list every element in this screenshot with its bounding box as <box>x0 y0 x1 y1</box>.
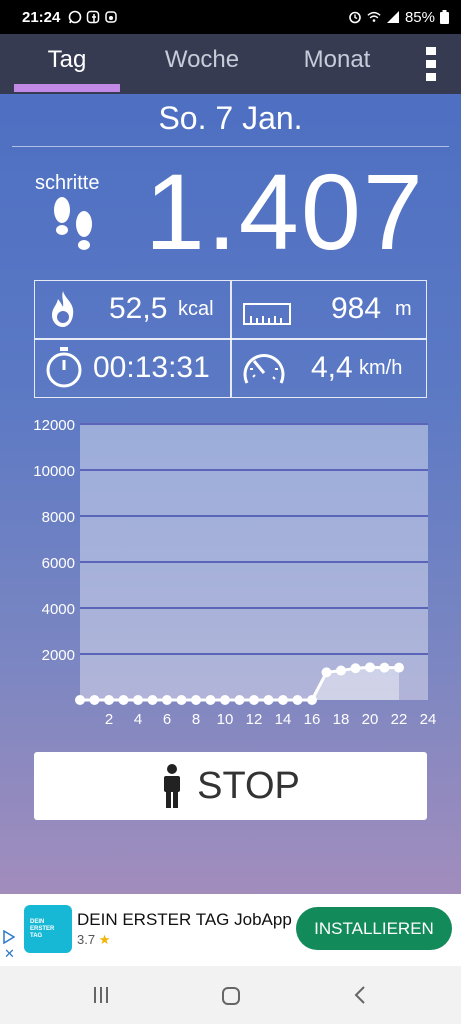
facebook-icon <box>87 10 100 24</box>
alarm-icon <box>349 11 361 24</box>
distance-value: 984 <box>331 292 382 325</box>
stop-button[interactable]: STOP <box>34 752 427 820</box>
steps-label: schritte <box>35 172 100 194</box>
lock-screen-icon <box>105 11 118 23</box>
x-tick-label: 20 <box>362 711 379 728</box>
stats-grid: 52,5 kcal 984 m 00:13:31 4,4 km/h <box>34 280 427 398</box>
stopwatch-icon <box>46 347 82 388</box>
ad-app-logo: DEIN ERSTER TAG <box>24 905 72 953</box>
chart-data-point <box>147 695 158 705</box>
chart-data-point <box>307 695 317 705</box>
chart-data-point <box>89 695 100 705</box>
home-icon[interactable] <box>221 986 241 1006</box>
stop-button-label: STOP <box>197 764 300 807</box>
main-panel: So. 7 Jan. schritte 1.407 52,5 kcal 984 … <box>0 94 461 894</box>
speedometer-icon <box>243 354 285 384</box>
chart-data-point <box>220 695 230 705</box>
calories-unit: kcal <box>178 298 214 320</box>
chart-data-point <box>350 663 361 674</box>
ruler-icon <box>243 303 291 325</box>
chart-data-point <box>249 695 259 705</box>
tab-woche[interactable]: Woche <box>134 34 270 94</box>
y-tick-label: 8000 <box>42 509 75 526</box>
chart-data-point <box>292 695 303 705</box>
date-title: So. 7 Jan. <box>158 100 303 136</box>
chart-data-point <box>263 695 274 705</box>
y-tick-label: 6000 <box>42 555 75 572</box>
divider <box>12 146 449 147</box>
footprints-icon <box>54 197 92 250</box>
recent-apps-icon[interactable] <box>92 986 110 1004</box>
x-tick-label: 10 <box>217 711 234 728</box>
x-tick-label: 2 <box>105 711 113 728</box>
system-nav-bar <box>0 966 461 1024</box>
y-tick-label: 4000 <box>42 601 75 618</box>
flame-icon <box>52 291 74 327</box>
chart-data-point <box>278 695 288 705</box>
steps-count: 1.407 <box>144 151 425 272</box>
chart-data-point <box>234 695 245 705</box>
chart-data-point <box>176 695 187 705</box>
tab-tag[interactable]: Tag <box>0 34 134 94</box>
chart-data-point <box>365 662 375 673</box>
y-tick-label: 12000 <box>33 417 75 434</box>
x-tick-label: 12 <box>246 711 263 728</box>
ad-close-icon[interactable]: ✕ <box>4 946 15 962</box>
battery-percent: 85% <box>404 8 435 26</box>
chart-data-point <box>162 695 172 705</box>
y-tick-label: 10000 <box>33 463 75 480</box>
x-tick-label: 8 <box>192 711 200 728</box>
speed-unit: km/h <box>359 357 403 379</box>
wifi-icon <box>367 11 381 22</box>
distance-unit: m <box>395 298 412 320</box>
ad-title: DEIN ERSTER TAG JobApp <box>77 910 292 929</box>
chart-data-point <box>104 695 114 705</box>
tab-monat[interactable]: Monat <box>270 34 404 94</box>
battery-icon <box>440 10 449 24</box>
x-tick-label: 18 <box>333 711 350 728</box>
status-time: 21:24 <box>22 8 61 26</box>
chart-data-point <box>321 667 332 678</box>
chart-data-point <box>379 662 390 673</box>
chart-data-point <box>394 662 404 673</box>
install-button[interactable]: INSTALLIEREN <box>296 907 452 950</box>
chart-data-point <box>133 695 143 705</box>
overflow-menu-icon[interactable] <box>416 34 446 94</box>
period-tabs: Tag Woche Monat <box>0 34 461 94</box>
chart-data-point <box>336 665 346 676</box>
ad-banner[interactable]: ✕ DEIN ERSTER TAG DEIN ERSTER TAG JobApp… <box>0 894 461 966</box>
x-tick-label: 22 <box>391 711 408 728</box>
y-tick-label: 2000 <box>42 647 75 664</box>
calories-value: 52,5 <box>109 292 168 325</box>
duration-value: 00:13:31 <box>93 351 210 384</box>
steps-chart: 200040006000800010000120002 4 6 8 10 12 14 16 18… <box>33 417 437 728</box>
star-icon: ★ <box>98 932 111 947</box>
x-tick-label: 24 <box>420 711 437 728</box>
chart-data-point <box>118 695 129 705</box>
x-tick-label: 4 <box>134 711 142 728</box>
x-tick-label: 6 <box>163 711 171 728</box>
x-tick-label: 16 <box>304 711 321 728</box>
speed-value: 4,4 <box>311 351 353 384</box>
chart-data-point <box>205 695 216 705</box>
ad-rating: 3.7 ★ <box>77 932 111 947</box>
chart-data-point <box>191 695 201 705</box>
ad-choices-icon[interactable] <box>3 930 15 944</box>
status-bar: 21:24 85% <box>0 0 461 34</box>
whatsapp-icon <box>69 10 82 24</box>
chart-data-point <box>75 695 85 705</box>
back-icon[interactable] <box>354 985 366 1005</box>
x-tick-label: 14 <box>275 711 292 728</box>
person-icon <box>164 764 181 808</box>
signal-icon <box>386 11 399 23</box>
